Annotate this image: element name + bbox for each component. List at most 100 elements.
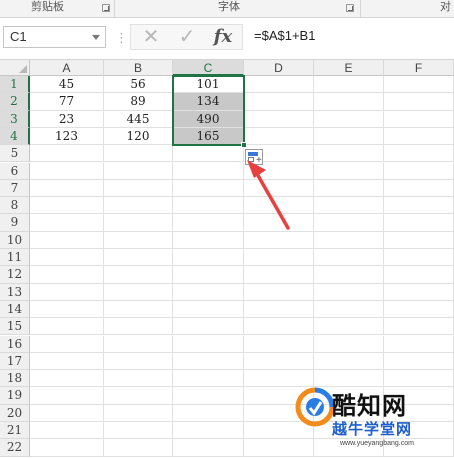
cell-b11[interactable] <box>104 249 173 267</box>
cell-e13[interactable] <box>314 283 384 301</box>
auto-fill-options-button[interactable]: + <box>245 149 263 166</box>
row-header-9[interactable]: 9 <box>0 214 30 232</box>
cell-f10[interactable] <box>384 231 454 249</box>
row-header-7[interactable]: 7 <box>0 179 30 198</box>
column-header-f[interactable]: F <box>384 60 454 76</box>
cell-c5[interactable] <box>173 145 244 163</box>
cell-d8[interactable] <box>244 197 314 215</box>
cell-c9[interactable] <box>173 214 244 232</box>
cell-b9[interactable] <box>104 214 173 232</box>
cell-e2[interactable] <box>314 93 384 111</box>
cell-e12[interactable] <box>314 266 384 284</box>
cell-f15[interactable] <box>384 318 454 336</box>
cell-d4[interactable] <box>244 127 314 146</box>
cell-f3[interactable] <box>384 110 454 128</box>
cell-e4[interactable] <box>314 127 384 146</box>
cell-b8[interactable] <box>104 197 173 215</box>
cell-b18[interactable] <box>104 370 173 388</box>
row-header-5[interactable]: 5 <box>0 145 30 163</box>
cell-f2[interactable] <box>384 93 454 111</box>
cell-d16[interactable] <box>244 335 314 353</box>
cell-b7[interactable] <box>104 179 173 198</box>
cell-e16[interactable] <box>314 335 384 353</box>
cell-a22[interactable] <box>30 439 104 457</box>
cell-c1[interactable]: 101 <box>173 76 244 94</box>
cell-e3[interactable] <box>314 110 384 128</box>
cell-f6[interactable] <box>384 162 454 180</box>
cell-f17[interactable] <box>384 352 454 371</box>
chevron-down-icon[interactable] <box>92 35 100 40</box>
drag-handle-icon[interactable]: ⋮ <box>115 31 128 45</box>
column-header-c[interactable]: C <box>173 60 244 76</box>
formula-input[interactable]: =$A$1+B1 <box>248 26 454 48</box>
cell-d9[interactable] <box>244 214 314 232</box>
cell-c19[interactable] <box>173 387 244 405</box>
cell-c17[interactable] <box>173 352 244 371</box>
row-header-15[interactable]: 15 <box>0 318 30 336</box>
cell-a1[interactable]: 45 <box>30 76 104 94</box>
close-icon[interactable]: ✕ <box>139 27 163 47</box>
cell-b2[interactable]: 89 <box>104 93 173 111</box>
cell-a8[interactable] <box>30 197 104 215</box>
cell-c3[interactable]: 490 <box>173 110 244 128</box>
cell-e10[interactable] <box>314 231 384 249</box>
row-header-10[interactable]: 10 <box>0 231 30 249</box>
row-header-16[interactable]: 16 <box>0 335 30 353</box>
cell-c2[interactable]: 134 <box>173 93 244 111</box>
cell-c8[interactable] <box>173 197 244 215</box>
cell-d2[interactable] <box>244 93 314 111</box>
cell-c7[interactable] <box>173 179 244 198</box>
cell-b6[interactable] <box>104 162 173 180</box>
row-header-2[interactable]: 2 <box>0 93 30 111</box>
cell-d7[interactable] <box>244 179 314 198</box>
cell-c15[interactable] <box>173 318 244 336</box>
cell-b1[interactable]: 56 <box>104 76 173 94</box>
cell-a4[interactable]: 123 <box>30 127 104 146</box>
cell-d12[interactable] <box>244 266 314 284</box>
cell-a19[interactable] <box>30 387 104 405</box>
cell-e5[interactable] <box>314 145 384 163</box>
cell-f9[interactable] <box>384 214 454 232</box>
cell-a16[interactable] <box>30 335 104 353</box>
cell-b16[interactable] <box>104 335 173 353</box>
row-header-20[interactable]: 20 <box>0 404 30 422</box>
cell-c4[interactable]: 165 <box>173 127 244 146</box>
cell-c10[interactable] <box>173 231 244 249</box>
clipboard-launcher-icon[interactable] <box>102 4 110 12</box>
cell-a6[interactable] <box>30 162 104 180</box>
cell-a7[interactable] <box>30 179 104 198</box>
cell-b3[interactable]: 445 <box>104 110 173 128</box>
row-header-14[interactable]: 14 <box>0 300 30 319</box>
row-header-12[interactable]: 12 <box>0 266 30 284</box>
cell-d3[interactable] <box>244 110 314 128</box>
cell-a9[interactable] <box>30 214 104 232</box>
cell-f14[interactable] <box>384 300 454 319</box>
cell-b17[interactable] <box>104 352 173 371</box>
cell-a10[interactable] <box>30 231 104 249</box>
cell-e6[interactable] <box>314 162 384 180</box>
cell-a17[interactable] <box>30 352 104 371</box>
cell-a2[interactable]: 77 <box>30 93 104 111</box>
cell-d10[interactable] <box>244 231 314 249</box>
cell-c14[interactable] <box>173 300 244 319</box>
cell-e7[interactable] <box>314 179 384 198</box>
row-header-19[interactable]: 19 <box>0 387 30 405</box>
cell-f11[interactable] <box>384 249 454 267</box>
select-all-button[interactable] <box>0 60 30 76</box>
cell-b13[interactable] <box>104 283 173 301</box>
cell-d15[interactable] <box>244 318 314 336</box>
cell-a12[interactable] <box>30 266 104 284</box>
cell-b21[interactable] <box>104 422 173 440</box>
insert-function-icon[interactable]: fx <box>211 27 235 47</box>
cell-a11[interactable] <box>30 249 104 267</box>
row-header-11[interactable]: 11 <box>0 249 30 267</box>
cell-c18[interactable] <box>173 370 244 388</box>
cell-b14[interactable] <box>104 300 173 319</box>
column-header-b[interactable]: B <box>104 60 173 76</box>
cell-b19[interactable] <box>104 387 173 405</box>
cell-d6[interactable] <box>244 162 314 180</box>
check-icon[interactable]: ✓ <box>175 27 199 47</box>
cell-c13[interactable] <box>173 283 244 301</box>
cell-e17[interactable] <box>314 352 384 371</box>
cell-f12[interactable] <box>384 266 454 284</box>
